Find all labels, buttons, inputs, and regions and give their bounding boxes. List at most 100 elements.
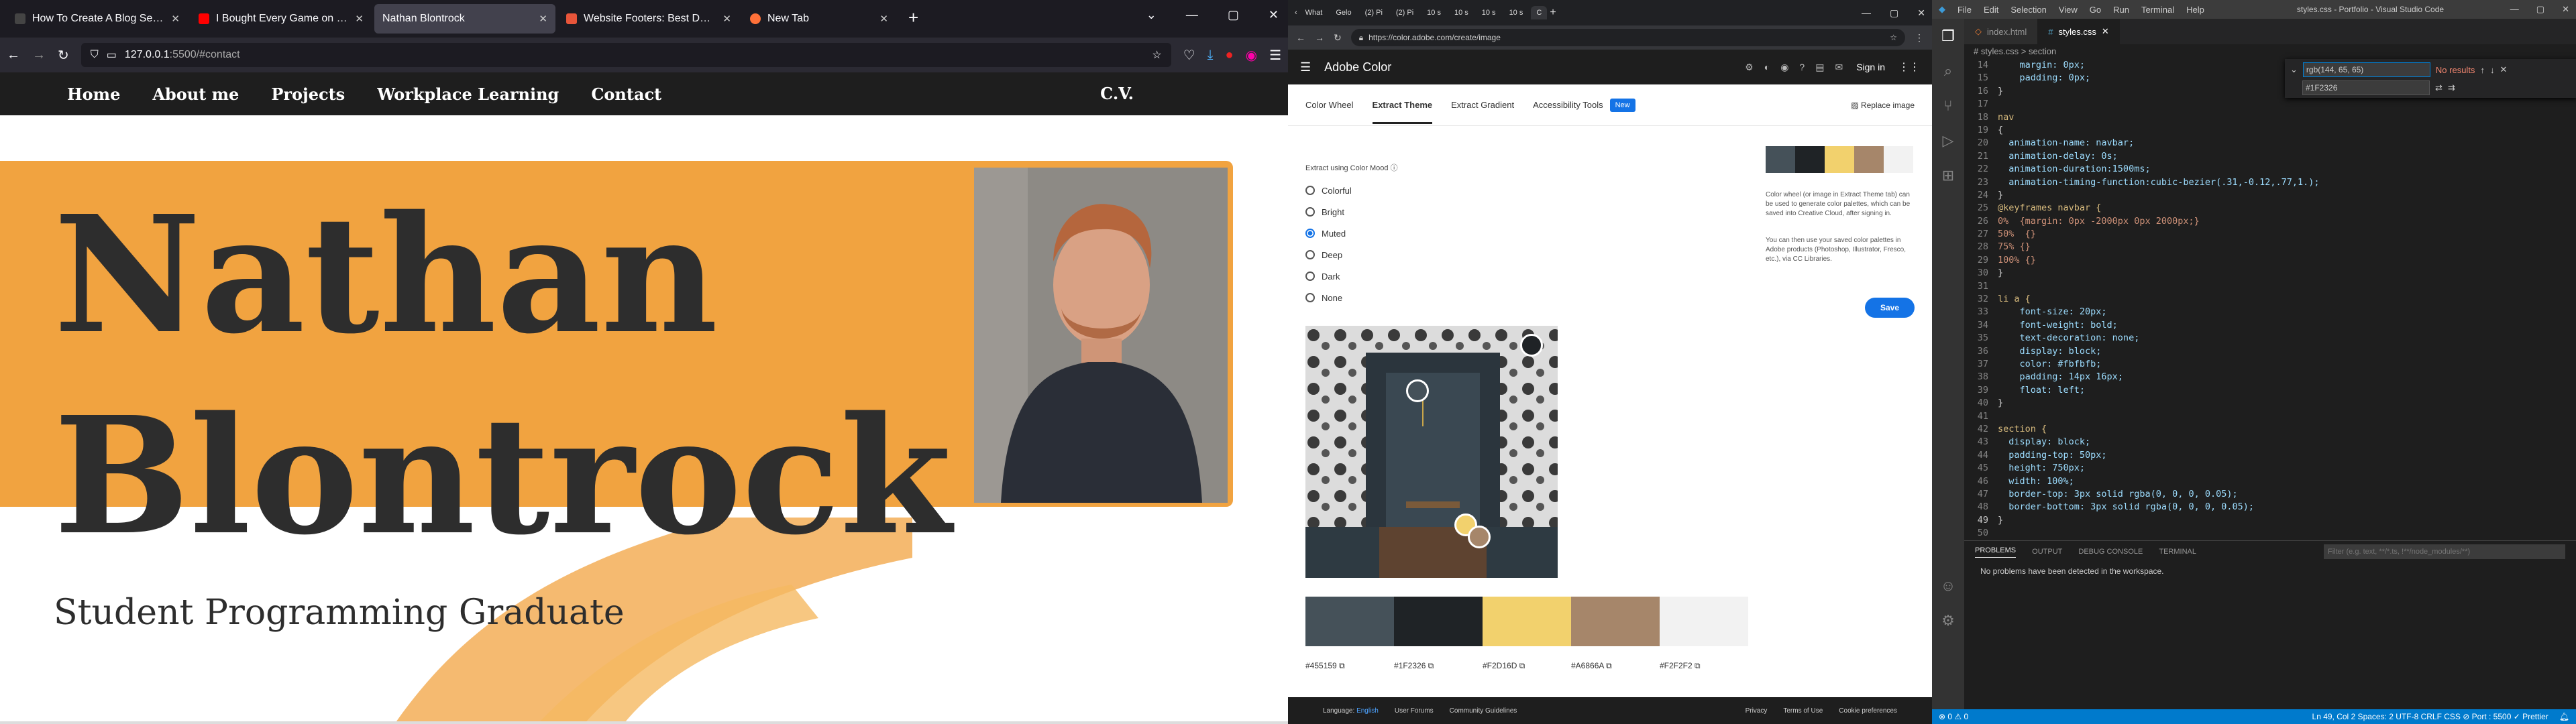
code-line[interactable]: 23 animation-timing-function:cubic-bezie… [1964,176,2576,189]
extensions-icon[interactable]: ⋮ [1915,32,1924,44]
close-icon[interactable]: ✕ [2562,4,2569,15]
replace-all-icon[interactable]: ⇉ [2448,82,2455,93]
code-text[interactable]: width: 100%; [1998,475,2074,488]
menu-terminal[interactable]: Terminal [2141,5,2174,15]
code-text[interactable]: @keyframes navbar { [1998,202,2101,215]
mood-deep[interactable]: Deep [1305,244,1352,265]
menu-go[interactable]: Go [2090,5,2101,15]
menu-run[interactable]: Run [2113,5,2129,15]
browser-tab-active[interactable]: Nathan Blontrock ✕ [374,4,555,34]
code-line[interactable]: 21 animation-delay: 0s; [1964,150,2576,163]
code-line[interactable]: 29 100% {} [1964,254,2576,267]
radio-circle[interactable] [1305,293,1315,302]
mood-dark[interactable]: Dark [1305,265,1352,287]
browser-tab[interactable]: I Bought Every Game on Steam ✕ [191,4,372,34]
menu-selection[interactable]: Selection [2010,5,2046,15]
swatch[interactable] [1394,597,1483,646]
status-info[interactable]: Ln 49, Col 2 Spaces: 2 UTF-8 CRLF CSS ⊘ … [2312,712,2548,721]
browser-tab-active[interactable]: C [1531,6,1548,19]
browser-tab[interactable]: Website Footers: Best Design Pr ✕ [558,4,739,34]
tab-color-wheel[interactable]: Color Wheel [1305,100,1354,110]
code-line[interactable]: 17 [1964,98,2576,111]
code-line[interactable]: 39 float: left; [1964,384,2576,397]
menu-edit[interactable]: Edit [1984,5,1998,15]
browser-tab[interactable]: 10 s [1477,6,1501,19]
hamburger-icon[interactable]: ☰ [1300,60,1311,74]
nav-home[interactable]: Home [67,84,120,104]
close-icon[interactable]: ✕ [722,13,731,25]
browser-tab[interactable]: New Tab ✕ [742,4,896,34]
footer-link[interactable]: Privacy [1746,707,1768,715]
footer-link[interactable]: Cookie preferences [1839,707,1897,715]
extensions-icon[interactable]: ⊞ [1932,158,1964,193]
hex-value[interactable]: #F2D16D [1483,661,1517,670]
color-extension-icon[interactable]: ◉ [1246,47,1257,64]
code-line[interactable]: 41 [1964,410,2576,423]
code-line[interactable]: 20 animation-name: navbar; [1964,137,2576,149]
code-text[interactable]: border-bottom: 3px solid rgba(0, 0, 0, 0… [1998,501,2254,514]
code-text[interactable]: } [1998,514,2003,527]
bookmark-star-icon[interactable]: ☆ [1152,48,1161,62]
code-text[interactable]: 50% {} [1998,228,2036,241]
code-line[interactable]: 35 text-decoration: none; [1964,332,2576,345]
pocket-icon[interactable]: ♡ [1183,47,1195,64]
next-match-icon[interactable]: ↓ [2490,65,2495,75]
maximize-icon[interactable]: ▢ [1890,7,1898,19]
mood-bright[interactable]: Bright [1305,201,1352,223]
browser-tab[interactable]: (2) Pi [1391,6,1419,19]
forward-icon[interactable]: → [1315,32,1324,43]
mini-swatch[interactable] [1854,146,1884,173]
code-text[interactable]: animation-timing-function:cubic-bezier(.… [1998,176,2319,189]
code-line[interactable]: 49} [1964,514,2576,527]
swatch[interactable] [1571,597,1660,646]
reload-icon[interactable]: ↻ [1334,32,1342,44]
tab-styles-css[interactable]: # styles.css ✕ [2037,19,2120,44]
help-icon[interactable]: ? [1799,62,1805,73]
code-text[interactable]: padding: 0px; [1998,72,2091,84]
hex-value[interactable]: #F2F2F2 [1660,661,1693,670]
code-text[interactable]: padding-top: 50px; [1998,449,2106,462]
url-bar[interactable]: ⛉ ▭ 127.0.0.1:5500/#contact ☆ [80,43,1171,67]
minimize-icon[interactable]: — [1862,7,1871,19]
code-line[interactable]: 47 border-top: 3px solid rgba(0, 0, 0, 0… [1964,488,2576,501]
code-text[interactable]: li a { [1998,293,2031,306]
hex-value[interactable]: #455159 [1305,661,1337,670]
language-selector[interactable]: Language: English [1323,707,1379,715]
code-text[interactable]: float: left; [1998,384,2086,397]
code-line[interactable]: 31 [1964,280,2576,293]
find-input[interactable] [2302,62,2430,77]
footer-link[interactable]: User Forums [1395,707,1434,715]
contrast-icon[interactable]: ◐ [1764,62,1770,73]
code-line[interactable]: 30} [1964,267,2576,280]
code-line[interactable]: 43 display: block; [1964,436,2576,448]
browser-tab[interactable]: Gelo [1330,6,1356,19]
radio-circle[interactable] [1305,272,1315,281]
code-line[interactable]: 27 50% {} [1964,228,2576,241]
radio-circle[interactable] [1305,186,1315,195]
close-icon[interactable]: ✕ [879,13,888,25]
browser-tab[interactable]: How To Create A Blog Section ✕ [7,4,188,34]
mood-colorful[interactable]: Colorful [1305,180,1352,201]
previous-match-icon[interactable]: ↑ [2480,65,2485,75]
code-line[interactable]: 45 height: 750px; [1964,462,2576,475]
close-icon[interactable]: ✕ [1917,7,1925,19]
menu-file[interactable]: File [1957,5,1972,15]
code-text[interactable]: } [1998,267,2003,280]
hex-value[interactable]: #A6866A [1571,661,1604,670]
swatch-hex[interactable]: #455159 ⧉ [1305,661,1345,671]
code-line[interactable]: 28 75% {} [1964,241,2576,253]
panel-tab-problems[interactable]: PROBLEMS [1975,546,2017,558]
close-icon[interactable]: ✕ [355,13,364,25]
panel-tab-terminal[interactable]: TERMINAL [2159,548,2196,556]
notifications-icon[interactable]: 🔔︎ [2559,712,2569,721]
replace-image-button[interactable]: ▨ Replace image [1851,101,1915,110]
nav-projects[interactable]: Projects [271,84,345,104]
mini-swatch[interactable] [1766,146,1795,173]
code-line[interactable]: 18 nav [1964,111,2576,124]
code-line[interactable]: 32 li a { [1964,293,2576,306]
maximize-icon[interactable]: ▢ [1228,8,1239,22]
code-line[interactable]: 40} [1964,397,2576,410]
breadcrumb[interactable]: # styles.css > section [1964,44,2576,59]
code-text[interactable]: font-size: 20px; [1998,306,2107,318]
mood-muted[interactable]: Muted [1305,223,1352,244]
